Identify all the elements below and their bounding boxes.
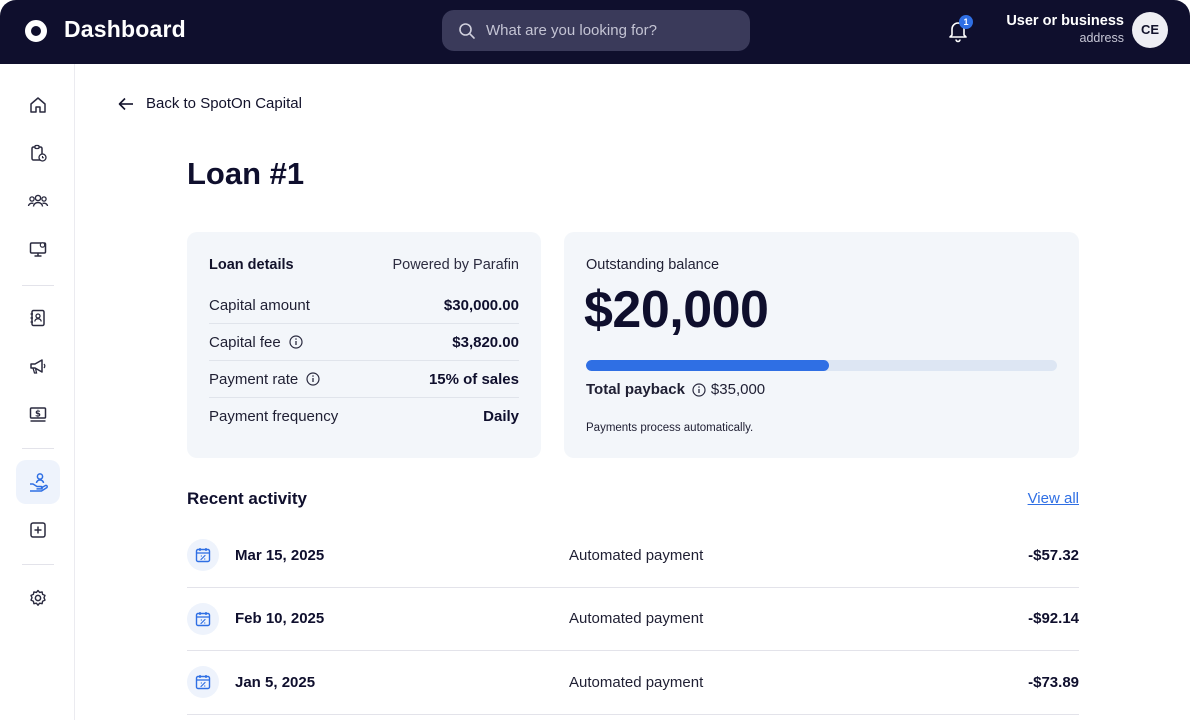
sidebar-item-orders[interactable] xyxy=(16,131,60,175)
view-all-link[interactable]: View all xyxy=(1028,490,1079,507)
megaphone-icon xyxy=(30,359,46,374)
activity-description: Automated payment xyxy=(569,610,704,628)
top-bar: Dashboard 1 User or business address CE xyxy=(0,0,1190,64)
calendar-icon xyxy=(195,611,211,626)
svg-text:$: $ xyxy=(35,410,41,420)
sidebar-item-add[interactable] xyxy=(16,508,60,552)
sidebar-item-home[interactable] xyxy=(16,83,60,127)
sidebar-item-customers[interactable] xyxy=(16,179,60,223)
back-link[interactable]: Back to SpotOn Capital xyxy=(118,95,302,112)
page-title: Loan #1 xyxy=(187,156,305,191)
loan-detail-value: $3,820.00 xyxy=(452,333,519,351)
activity-amount: -$92.14 xyxy=(1028,610,1079,628)
sidebar-divider xyxy=(22,448,54,449)
loan-detail-label-wrap: Capital fee xyxy=(209,334,303,351)
user-name: User or business xyxy=(1006,13,1124,29)
app-title: Dashboard xyxy=(64,16,186,42)
recent-activity-title: Recent activity xyxy=(187,489,307,508)
hand-user-icon xyxy=(30,473,49,492)
dollar-bill-icon: $ xyxy=(29,407,47,422)
logo-icon[interactable] xyxy=(25,20,47,42)
activity-description: Automated payment xyxy=(569,673,704,691)
sidebar-item-marketing[interactable] xyxy=(16,344,60,388)
activity-date: Feb 10, 2025 xyxy=(235,610,325,628)
loan-detail-row: Capital fee $3,820.00 xyxy=(209,324,519,361)
user-address: address xyxy=(1079,31,1124,45)
loan-detail-value: $30,000.00 xyxy=(443,296,519,314)
loan-details-list: Capital amount $30,000.00 Capital fee $3,82… xyxy=(209,287,519,435)
recent-activity-list: Mar 15, 2025 Automated payment -$57.32 Feb … xyxy=(187,524,1079,715)
sidebar-divider xyxy=(22,285,54,286)
loan-detail-label: Capital amount xyxy=(209,296,310,314)
home-icon xyxy=(30,97,46,113)
activity-amount: -$73.89 xyxy=(1028,673,1079,691)
activity-icon xyxy=(187,666,219,699)
gear-icon xyxy=(30,589,46,606)
sidebar-divider xyxy=(22,564,54,565)
total-payback-label: Total payback xyxy=(586,381,685,398)
payback-progress-fill xyxy=(586,360,829,371)
balance-amount: $20,000 xyxy=(584,281,769,339)
plus-square-icon xyxy=(30,522,46,538)
info-icon[interactable] xyxy=(289,335,303,349)
calendar-icon xyxy=(195,675,211,690)
loan-detail-label: Payment rate xyxy=(209,370,299,388)
activity-date: Mar 15, 2025 xyxy=(235,546,325,564)
user-menu[interactable]: User or business address xyxy=(1006,12,1124,46)
loan-detail-label: Payment frequency xyxy=(209,408,339,425)
arrow-left-icon xyxy=(118,97,133,110)
payments-note: Payments process automatically. xyxy=(586,422,754,434)
activity-icon xyxy=(187,602,219,635)
activity-row[interactable]: Feb 10, 2025 Automated payment -$92.14 xyxy=(187,588,1079,651)
powered-by: Powered by Parafin xyxy=(392,257,519,273)
contacts-book-icon xyxy=(30,309,45,327)
loan-details-card: Loan details Powered by Parafin Capital … xyxy=(187,232,541,458)
activity-row[interactable]: Jan 5, 2025 Automated payment -$73.89 xyxy=(187,651,1079,715)
activity-date: Jan 5, 2025 xyxy=(235,673,316,691)
loan-detail-label: Capital fee xyxy=(209,333,281,351)
sidebar-item-capital[interactable] xyxy=(16,460,60,504)
loan-details-title: Loan details xyxy=(209,257,294,273)
clipboard-clock-icon xyxy=(31,144,47,162)
monitor-settings-icon xyxy=(29,242,47,257)
activity-icon xyxy=(187,539,219,572)
loan-detail-row: Payment frequency Daily xyxy=(209,398,519,435)
search-input[interactable] xyxy=(486,22,736,39)
activity-description: Automated payment xyxy=(569,546,704,564)
loan-detail-value: 15% of sales xyxy=(428,370,519,388)
sidebar-item-payments[interactable]: $ xyxy=(16,392,60,436)
search-icon xyxy=(459,22,475,39)
payback-progress-bar xyxy=(586,360,1057,371)
avatar[interactable]: CE xyxy=(1132,12,1168,48)
activity-amount: -$57.32 xyxy=(1028,546,1079,564)
info-icon[interactable] xyxy=(306,372,320,386)
total-payback: Total payback $35,000 xyxy=(586,381,765,398)
loan-detail-label-wrap: Capital amount xyxy=(209,297,310,314)
total-payback-value: $35,000 xyxy=(710,381,766,398)
balance-label: Outstanding balance xyxy=(586,257,720,273)
activity-row[interactable]: Mar 15, 2025 Automated payment -$57.32 xyxy=(187,524,1079,588)
sidebar-item-devices[interactable] xyxy=(16,227,60,271)
loan-detail-row: Payment rate 15% of sales xyxy=(209,361,519,398)
loan-detail-label-wrap: Payment rate xyxy=(209,371,320,388)
outstanding-balance-card: Outstanding balance $20,000 Total paybac… xyxy=(564,232,1079,458)
back-link-label: Back to SpotOn Capital xyxy=(146,95,302,112)
sidebar-item-settings[interactable] xyxy=(16,576,60,620)
loan-detail-label-wrap: Payment frequency xyxy=(209,408,338,425)
loan-detail-value: Daily xyxy=(483,408,519,425)
loan-detail-row: Capital amount $30,000.00 xyxy=(209,287,519,324)
search-box[interactable] xyxy=(442,10,750,51)
notification-badge: 1 xyxy=(959,15,973,29)
info-icon[interactable] xyxy=(692,382,706,397)
sidebar-item-contacts[interactable] xyxy=(16,296,60,340)
calendar-icon xyxy=(195,548,211,563)
sidebar: $ xyxy=(0,64,75,720)
users-icon xyxy=(27,194,49,207)
